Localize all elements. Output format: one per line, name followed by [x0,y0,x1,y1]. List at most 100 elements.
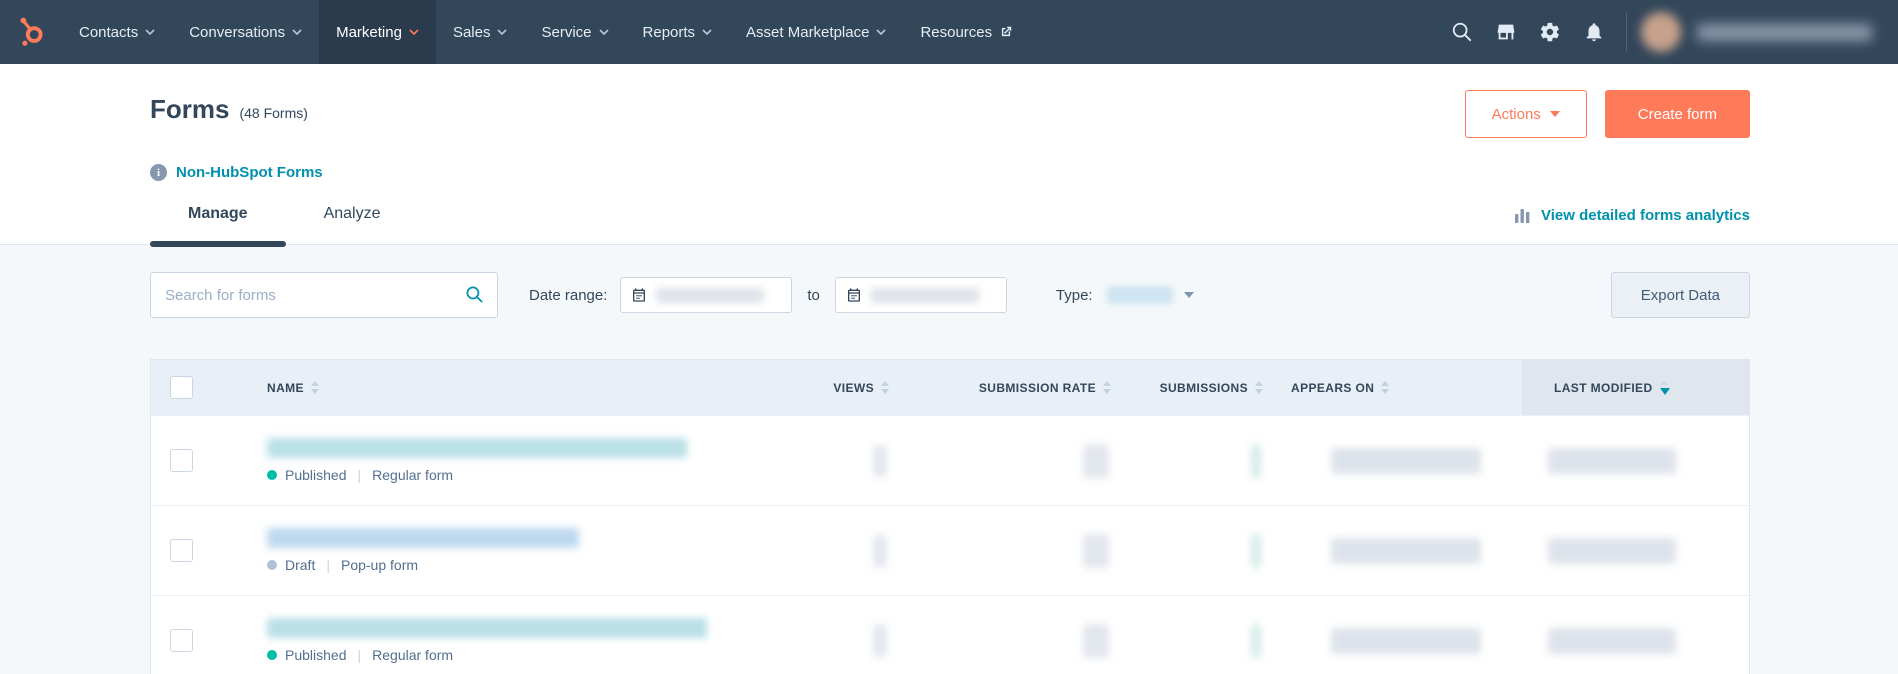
to-label: to [807,286,820,304]
nav-label: Sales [452,23,491,41]
nav-label: Contacts [79,23,139,41]
date-end-input[interactable] [834,277,1007,313]
create-form-button[interactable]: Create form [1604,90,1750,138]
search-forms-box [150,272,498,318]
nav-item-service[interactable]: Service [524,0,625,64]
primary-nav: Contacts Conversations Marketing Sales S… [62,0,1030,64]
views-value-redacted [873,624,887,657]
start-date-value-redacted [656,287,765,303]
column-header-submission-rate[interactable]: SUBMISSION RATE [901,360,1123,415]
user-avatar[interactable] [1641,12,1681,52]
external-link-icon [1002,26,1012,37]
chevron-down-icon [145,29,155,35]
hubspot-logo-icon[interactable] [0,0,62,64]
submissions-value-redacted [1251,443,1261,478]
form-name-redacted[interactable] [267,438,687,458]
forms-count: (48 Forms) [239,105,308,121]
row-checkbox[interactable] [169,629,193,652]
column-header-last-modified[interactable]: LAST MODIFIED [1522,360,1749,415]
status-label: Published [285,647,347,663]
nav-notifications-button[interactable] [1572,0,1616,64]
nav-label: Service [541,23,592,41]
nav-label: Resources [920,23,993,41]
appears-on-value-redacted [1331,627,1481,654]
form-type-label: Regular form [372,647,454,663]
chevron-down-icon [876,29,887,35]
top-navbar: Contacts Conversations Marketing Sales S… [0,0,1898,64]
tab-bar: Manage Analyze [150,205,419,247]
table-row: Published | Regular form [151,415,1749,505]
nav-marketplace-button[interactable] [1484,0,1528,64]
nav-item-sales[interactable]: Sales [436,0,525,64]
search-icon [466,286,483,303]
tab-manage[interactable]: Manage [150,205,286,247]
end-date-value-redacted [870,287,979,303]
column-header-views[interactable]: VIEWS [811,360,901,415]
search-input[interactable] [150,272,498,318]
view-analytics-link[interactable]: View detailed forms analytics [1514,206,1750,244]
nav-item-resources[interactable]: Resources [903,0,1030,64]
submission-rate-value-redacted [1083,443,1109,478]
appears-on-value-redacted [1331,447,1481,474]
type-label: Type: [1055,286,1093,304]
row-checkbox[interactable] [169,539,193,562]
type-value-redacted [1106,286,1173,304]
select-all-checkbox[interactable] [169,376,193,399]
nav-item-reports[interactable]: Reports [626,0,730,64]
sort-carets-icon [1255,381,1263,394]
nav-item-asset-marketplace[interactable]: Asset Marketplace [729,0,903,64]
status-dot-draft [267,560,277,570]
non-hubspot-forms-link[interactable]: Non-HubSpot Forms [176,164,323,181]
column-header-submissions[interactable]: SUBMISSIONS [1123,360,1275,415]
form-type-label: Regular form [372,467,454,483]
chevron-down-icon [1549,111,1560,117]
date-range-label: Date range: [529,286,608,304]
analytics-link-label: View detailed forms analytics [1541,206,1750,224]
status-dot-published [267,650,277,660]
info-icon[interactable]: i [150,164,167,181]
column-label: NAME [267,380,304,395]
sprocket-icon [20,17,43,46]
account-name-redacted[interactable] [1697,23,1872,41]
sort-carets-icon [1103,381,1111,394]
type-dropdown[interactable] [1106,286,1194,304]
chevron-down-icon [1183,292,1194,298]
date-start-input[interactable] [620,277,793,313]
page-header: Forms (48 Forms) Actions Create form i N… [0,64,1898,247]
nav-item-conversations[interactable]: Conversations [172,0,319,64]
nav-item-contacts[interactable]: Contacts [62,0,172,64]
chevron-down-icon [497,29,508,35]
nav-search-button[interactable] [1440,0,1484,64]
tab-analyze[interactable]: Analyze [286,205,419,244]
actions-button[interactable]: Actions [1464,90,1587,138]
chevron-down-icon [409,29,419,35]
status-label: Published [285,467,347,483]
table-row: Draft | Pop-up form [151,505,1749,595]
sort-carets-icon [1381,381,1390,394]
views-value-redacted [873,534,887,567]
navbar-divider [1626,12,1627,52]
nav-label: Asset Marketplace [746,23,870,41]
form-name-redacted[interactable] [267,528,579,548]
chevron-down-icon [702,29,712,35]
submission-rate-value-redacted [1083,533,1109,568]
column-header-name[interactable]: NAME [211,360,811,415]
export-data-button[interactable]: Export Data [1610,272,1750,318]
form-name-redacted[interactable] [267,618,707,638]
submissions-value-redacted [1251,623,1261,658]
column-label: LAST MODIFIED [1554,380,1653,395]
views-value-redacted [873,444,887,477]
calendar-icon [847,288,860,302]
appears-on-value-redacted [1331,537,1481,564]
nav-label: Conversations [189,23,286,41]
column-header-appears-on[interactable]: APPEARS ON [1275,360,1522,415]
notifications-bell-icon [1586,23,1602,42]
search-icon [1452,22,1472,42]
sort-carets-icon [881,381,889,394]
page-title: Forms [150,94,230,124]
nav-settings-button[interactable] [1528,0,1572,64]
sort-carets-icon [310,381,319,394]
row-checkbox[interactable] [169,449,193,472]
main-content: Date range: to Type: Export Data NAME [0,245,1898,674]
nav-item-marketing[interactable]: Marketing [319,0,436,64]
